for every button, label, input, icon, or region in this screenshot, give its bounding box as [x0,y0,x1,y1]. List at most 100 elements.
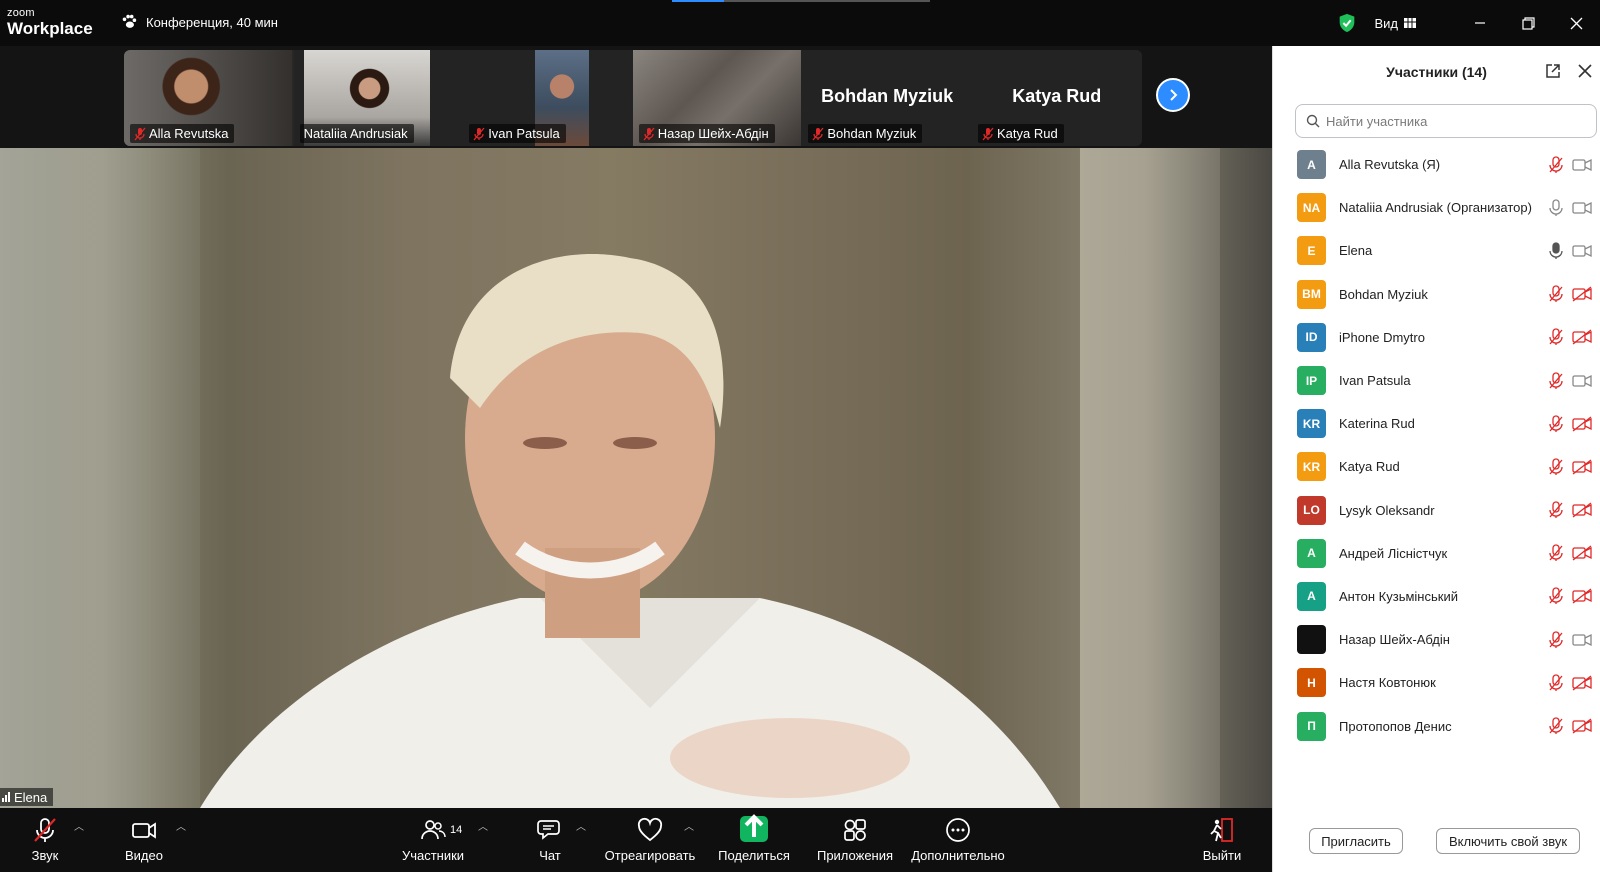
avatar: KR [1297,409,1326,439]
camera-off-icon[interactable] [1572,718,1592,734]
participant-search-input[interactable] [1326,113,1576,129]
mic-muted-icon [812,127,824,140]
participant-row[interactable]: A Антон Кузьмінський [1273,575,1600,618]
more-button[interactable]: Дополнительно [910,816,1006,868]
restore-button[interactable] [1504,0,1552,46]
camera-off-icon[interactable] [1572,459,1592,475]
logo-big-text: Workplace [7,19,93,38]
video-options-caret[interactable]: ︿ [176,818,186,833]
chat-options-caret[interactable]: ︿ [576,818,586,833]
thumbnail-tile[interactable]: Nataliia Andrusiak [293,50,464,146]
participant-row[interactable]: KR Katerina Rud [1273,402,1600,445]
apps-button[interactable]: Приложения [814,816,896,868]
participant-name: Lysyk Oleksandr [1339,502,1435,518]
camera-icon[interactable] [1572,200,1592,216]
camera-icon[interactable] [1572,157,1592,173]
video-button[interactable]: Видео [118,816,170,868]
invite-button[interactable]: Пригласить [1309,828,1403,854]
thumbnail-name: Nataliia Andrusiak [303,126,408,141]
chat-icon [537,820,560,840]
mic-muted-icon[interactable] [1548,717,1564,735]
mic-icon[interactable] [1548,242,1564,260]
next-page-button[interactable] [1156,78,1190,112]
minimize-button[interactable] [1456,0,1504,46]
avatar: E [1297,236,1326,266]
more-icon [946,818,970,842]
thumbnail-tile[interactable]: Katya Rud Katya Rud [971,50,1142,146]
participant-row[interactable]: IP Ivan Patsula [1273,359,1600,402]
avatar: NA [1297,193,1326,223]
pop-out-icon[interactable] [1544,62,1562,80]
meeting-info-label: Конференция, 40 мин [146,14,278,30]
camera-off-icon[interactable] [1572,286,1592,302]
mic-muted-icon[interactable] [1548,587,1564,605]
participant-row[interactable]: Назар Шейх-Абдін [1273,618,1600,661]
grid-icon [1404,18,1416,28]
mic-muted-icon[interactable] [1548,155,1564,174]
participant-row[interactable]: Н Настя Ковтонюк [1273,661,1600,704]
chat-button[interactable]: Чат [530,816,570,868]
participant-row[interactable]: E Elena [1273,229,1600,272]
audio-button[interactable]: Звук [24,816,66,868]
audio-options-caret[interactable]: ︿ [74,818,84,833]
thumbnail-tile[interactable]: Ivan Patsula [463,50,633,146]
participant-row[interactable]: KR Katya Rud [1273,445,1600,488]
camera-icon[interactable] [1572,243,1592,259]
mic-muted-icon[interactable] [1548,501,1564,519]
participant-row[interactable]: LO Lysyk Oleksandr [1273,489,1600,532]
participant-row[interactable]: NA Nataliia Andrusiak (Организатор) [1273,186,1600,229]
thumbnail-name-tag: Bohdan Myziuk [808,124,923,143]
participant-row[interactable]: ID iPhone Dmytro [1273,316,1600,359]
thumbnail-name-tag: Ivan Patsula [469,124,566,143]
leave-button[interactable]: Выйти [1200,816,1244,868]
react-label: Отреагировать [604,848,696,863]
thumbnail-tile[interactable]: Alla Revutska [124,50,294,146]
mic-muted-icon[interactable] [1548,674,1564,692]
mic-icon[interactable] [1548,199,1564,217]
active-speaker-video[interactable]: Elena [0,148,1272,808]
thumbnail-tile[interactable]: Bohdan Myziuk Bohdan Myziuk [802,50,972,146]
participant-row[interactable]: A Андрей Лісністчук [1273,532,1600,575]
thumbnail-name: Bohdan Myziuk [827,126,917,141]
thumbnail-name: Ivan Patsula [488,126,560,141]
mic-muted-icon[interactable] [1548,631,1564,649]
camera-off-icon[interactable] [1572,588,1592,604]
mic-muted-icon[interactable] [1548,415,1564,433]
camera-off-icon[interactable] [1572,675,1592,691]
mic-muted-icon[interactable] [1548,285,1564,303]
camera-off-icon[interactable] [1572,329,1592,345]
mic-muted-icon[interactable] [1548,328,1564,346]
share-button[interactable]: Поделиться [716,814,792,868]
avatar: A [1297,581,1326,611]
mic-muted-icon[interactable] [1548,458,1564,476]
thumbnail-tile[interactable]: Назар Шейх-Абдін [632,50,803,146]
participants-panel: Участники (14) A Alla Revutska (Я) NA Natal… [1272,46,1600,872]
react-button[interactable]: Отреагировать [604,816,696,868]
participant-row[interactable]: BM Bohdan Myziuk [1273,273,1600,316]
participant-row[interactable]: П Протопопов Денис [1273,704,1600,747]
camera-icon[interactable] [1572,373,1592,389]
camera-off-icon[interactable] [1572,545,1592,561]
participant-name: Katya Rud [1339,459,1400,475]
participants-options-caret[interactable]: ︿ [478,818,488,833]
avatar: A [1297,150,1326,180]
encryption-shield-icon[interactable] [1336,12,1358,34]
avatar: ID [1297,322,1326,352]
unmute-self-button[interactable]: Включить свой звук [1436,828,1580,854]
meeting-info[interactable]: Конференция, 40 мин [120,13,278,31]
close-window-button[interactable] [1552,0,1600,46]
camera-off-icon[interactable] [1572,416,1592,432]
participant-search[interactable] [1295,104,1597,138]
camera-icon[interactable] [1572,632,1592,648]
mic-muted-icon[interactable] [1548,371,1564,390]
view-button[interactable]: Вид [1374,16,1416,31]
camera-off-icon[interactable] [1572,502,1592,518]
top-progress-line [672,0,930,2]
react-options-caret[interactable]: ︿ [684,818,694,833]
mic-muted-icon[interactable] [1548,544,1564,562]
thumbnail-name-tag: Katya Rud [977,124,1064,143]
avatar: LO [1297,495,1326,525]
speaker-name: Elena [14,789,48,805]
close-panel-icon[interactable] [1576,62,1594,80]
participant-row[interactable]: A Alla Revutska (Я) [1273,143,1600,186]
